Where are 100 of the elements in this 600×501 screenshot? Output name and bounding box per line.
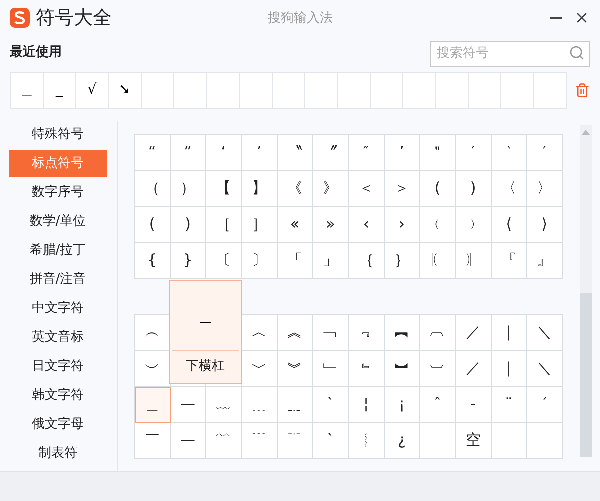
symbol-cell[interactable]: ｝ — [384, 243, 420, 279]
symbol-cell[interactable]: ﹏ — [206, 387, 242, 423]
symbol-cell[interactable] — [420, 423, 456, 459]
symbol-cell[interactable]: ¦ — [349, 387, 385, 423]
symbol-cell[interactable]: ﹊ — [278, 423, 314, 459]
symbol-cell[interactable]: 《 — [278, 171, 314, 207]
symbol-cell[interactable]: ″ — [349, 135, 385, 171]
symbol-cell[interactable]: ＜ — [349, 171, 385, 207]
symbol-cell[interactable]: 》 — [313, 171, 349, 207]
symbol-cell[interactable]: ｛ — [349, 243, 385, 279]
symbol-cell[interactable]: ﹂ — [313, 351, 349, 387]
symbol-cell[interactable]: ︽ — [278, 315, 314, 351]
symbol-cell[interactable]: ) — [456, 171, 492, 207]
category-tab[interactable]: 俄文字母 — [9, 411, 107, 438]
symbol-cell[interactable]: - — [456, 387, 492, 423]
category-tab[interactable]: 英文音标 — [9, 324, 107, 351]
symbol-cell[interactable]: ) — [170, 207, 206, 243]
symbol-cell[interactable]: ／ — [456, 351, 492, 387]
symbol-cell[interactable]: 】 — [242, 171, 278, 207]
recent-symbol-cell[interactable]: ＿ — [11, 73, 44, 109]
category-tab[interactable]: 数字序号 — [9, 179, 107, 206]
symbol-cell[interactable]: ˆ — [420, 387, 456, 423]
symbol-cell[interactable]: ／ — [456, 315, 492, 351]
category-tab[interactable]: 拼音/注音 — [9, 266, 107, 293]
recent-symbol-cell[interactable]: √ — [76, 73, 110, 109]
symbol-cell[interactable]: — — [170, 387, 206, 423]
recent-symbol-cell[interactable]: _ — [44, 73, 76, 109]
symbol-cell[interactable]: ¿ — [384, 423, 420, 459]
symbol-cell[interactable]: › — [384, 207, 420, 243]
symbol-cell[interactable]: ＼ — [527, 351, 563, 387]
symbol-cell[interactable]: ⟨ — [492, 207, 528, 243]
minimize-button[interactable] — [550, 17, 562, 19]
category-tab[interactable]: 中文字符 — [9, 295, 107, 322]
symbol-cell[interactable]: ﹄ — [349, 351, 385, 387]
symbol-cell[interactable]: 」 — [313, 243, 349, 279]
symbol-cell[interactable]: ﹋ — [206, 423, 242, 459]
symbol-cell[interactable]: 〕 — [242, 243, 278, 279]
symbol-cell[interactable]: 〝 — [278, 135, 314, 171]
symbol-cell[interactable]: — — [170, 423, 206, 459]
symbol-cell[interactable]: ’ — [384, 135, 420, 171]
symbol-cell[interactable]: ˋ — [313, 387, 349, 423]
symbol-cell[interactable]: ﹉ — [242, 423, 278, 459]
symbol-cell[interactable]: 『 — [492, 243, 528, 279]
symbol-cell[interactable]: ￣ — [135, 423, 171, 459]
symbol-cell[interactable]: ( — [135, 207, 171, 243]
symbol-cell[interactable]: ( — [420, 171, 456, 207]
category-tab[interactable]: 日文字符 — [9, 353, 107, 380]
category-tab[interactable]: 希腊/拉丁 — [9, 237, 107, 264]
symbol-cell[interactable]: ⟩ — [527, 207, 563, 243]
symbol-cell[interactable]: ﹙ — [420, 207, 456, 243]
category-tab[interactable]: 韩文字符 — [9, 382, 107, 409]
symbol-cell[interactable]: ﹎ — [278, 387, 314, 423]
symbol-cell[interactable]: ′ — [527, 135, 563, 171]
symbol-cell[interactable]: 〈 — [492, 171, 528, 207]
search-field[interactable]: 搜索符号 — [430, 40, 590, 66]
symbol-cell[interactable]: ＿ — [135, 387, 171, 423]
recent-symbol-cell[interactable]: ➘ — [109, 73, 142, 109]
symbol-cell[interactable] — [492, 423, 528, 459]
category-tab[interactable]: 特殊符号 — [9, 121, 107, 148]
symbol-cell[interactable]: ︺ — [420, 351, 456, 387]
scrollbar-thumb[interactable] — [580, 293, 592, 457]
symbol-cell[interactable]: ﹍ — [242, 387, 278, 423]
symbol-cell[interactable]: { — [135, 243, 171, 279]
symbol-cell[interactable]: ‹ — [349, 207, 385, 243]
symbol-cell[interactable]: 〖 — [420, 243, 456, 279]
symbol-cell[interactable]: » — [313, 207, 349, 243]
symbol-cell[interactable]: ｜ — [492, 351, 528, 387]
symbol-cell[interactable]: ︼ — [384, 351, 420, 387]
symbol-cell[interactable]: 「 — [278, 243, 314, 279]
symbol-cell[interactable]: 〞 — [313, 135, 349, 171]
symbol-cell[interactable]: ‘ — [206, 135, 242, 171]
symbol-cell[interactable]: 空 — [456, 423, 492, 459]
symbol-cell[interactable]: ︻ — [384, 315, 420, 351]
symbol-cell[interactable]: 〔 — [206, 243, 242, 279]
category-tab[interactable]: 制表符 — [9, 440, 107, 467]
symbol-cell[interactable]: « — [278, 207, 314, 243]
symbol-cell[interactable]: 』 — [527, 243, 563, 279]
symbol-cell[interactable]: ’ — [242, 135, 278, 171]
symbol-cell[interactable]: ¨ — [492, 387, 528, 423]
symbol-cell[interactable]: ︹ — [420, 315, 456, 351]
symbol-cell[interactable]: ＂ — [420, 135, 456, 171]
symbol-cell[interactable]: 〉 — [527, 171, 563, 207]
symbol-cell[interactable]: ˊ — [527, 387, 563, 423]
symbol-cell[interactable]: ′ — [456, 135, 492, 171]
symbol-cell[interactable]: ］ — [242, 207, 278, 243]
symbol-cell[interactable]: “ — [135, 135, 171, 171]
symbol-cell[interactable]: ＼ — [527, 315, 563, 351]
symbol-cell[interactable]: （ — [135, 171, 171, 207]
symbol-cell[interactable]: } — [170, 243, 206, 279]
symbol-cell[interactable]: ﹃ — [349, 315, 385, 351]
symbol-cell[interactable]: ｜ — [492, 315, 528, 351]
symbol-cell[interactable]: ‵ — [492, 135, 528, 171]
symbol-cell[interactable]: ﹁ — [313, 315, 349, 351]
symbol-cell[interactable]: ︾ — [278, 351, 314, 387]
symbol-cell[interactable]: ˋ — [313, 423, 349, 459]
symbol-cell[interactable]: ﹚ — [456, 207, 492, 243]
symbol-cell[interactable]: 〗 — [456, 243, 492, 279]
symbol-cell[interactable]: ¡ — [384, 387, 420, 423]
symbol-cell[interactable]: ［ — [206, 207, 242, 243]
delete-button[interactable] — [574, 83, 590, 98]
